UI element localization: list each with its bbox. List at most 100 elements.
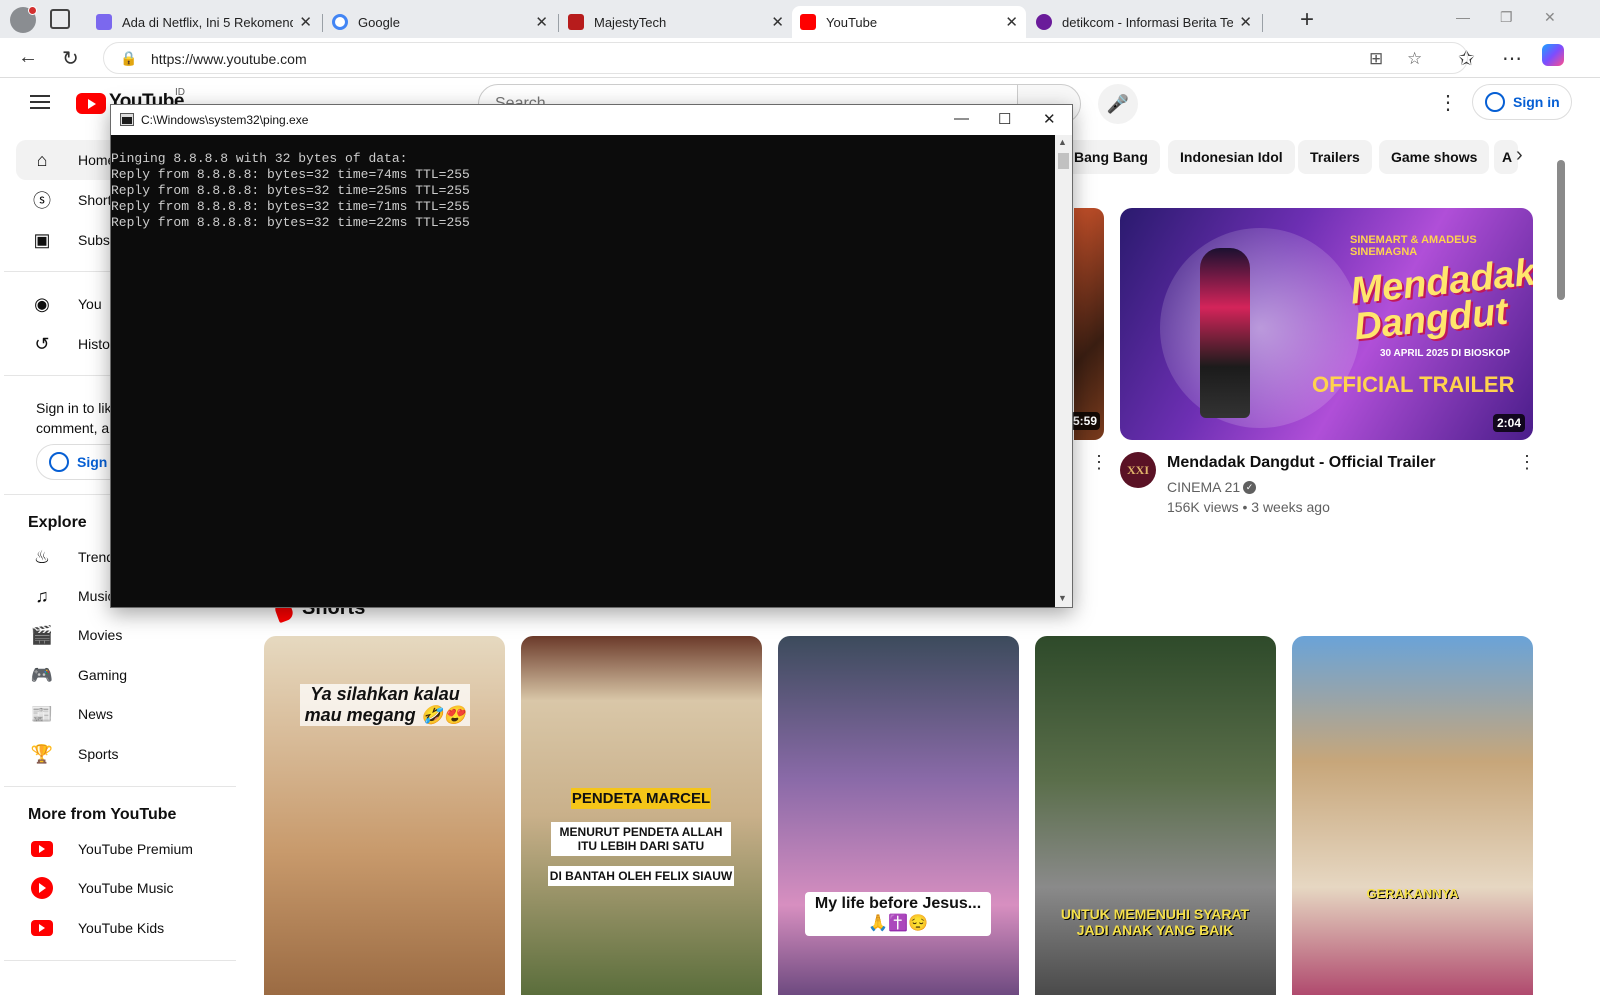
page-scrollbar[interactable]	[1557, 160, 1565, 300]
console-line: Reply from 8.8.8.8: bytes=32 time=22ms T…	[111, 215, 470, 230]
profile-button[interactable]	[10, 6, 37, 33]
chip-game-shows[interactable]: Game shows	[1379, 140, 1490, 174]
sidebar-item-movies[interactable]: 🎬 Movies	[16, 615, 236, 655]
subscriptions-icon: ▣	[33, 229, 51, 250]
tab-google[interactable]: Google ✕	[324, 6, 556, 38]
console-app-icon	[120, 113, 134, 126]
youtube-kids-icon	[30, 916, 54, 940]
tab-title: YouTube	[826, 14, 878, 30]
sidebar-item-label: News	[78, 706, 114, 722]
url-text[interactable]: https://www.youtube.com	[151, 51, 307, 67]
address-bar[interactable]: 🔒 https://www.youtube.com ⊞ ☆	[103, 42, 1468, 74]
settings-more-icon[interactable]: ⋯	[1502, 46, 1522, 71]
tab-close-icon[interactable]: ✕	[771, 13, 784, 31]
settings-kebab-icon[interactable]: ⋮	[1438, 90, 1458, 115]
tab-detikcom[interactable]: detikcom - Informasi Berita Terkini ✕	[1028, 6, 1260, 38]
scroll-down-icon[interactable]: ▼	[1058, 593, 1067, 603]
history-icon: ↺	[34, 333, 50, 354]
minimize-icon[interactable]: —	[1456, 9, 1470, 25]
tab-youtube[interactable]: YouTube ✕	[792, 6, 1026, 38]
tab-title: Ada di Netflix, Ini 5 Rekomendasi	[122, 14, 294, 30]
console-line: Reply from 8.8.8.8: bytes=32 time=74ms T…	[111, 167, 470, 182]
youtube-music-icon	[30, 876, 54, 900]
video-menu-icon[interactable]: ⋮	[1518, 452, 1536, 473]
sidebar-item-label: YouTube Music	[78, 880, 174, 896]
tab-close-icon[interactable]: ✕	[299, 13, 312, 31]
address-bar-row: ← ↻ 🔒 https://www.youtube.com ⊞ ☆ ✩ ⋯	[0, 38, 1600, 78]
sidebar-item-label: YouTube Kids	[78, 920, 165, 936]
console-close-icon[interactable]: ✕	[1043, 110, 1056, 128]
copilot-icon[interactable]	[1542, 44, 1564, 66]
console-line: Pinging 8.8.8.8 with 32 bytes of data:	[111, 151, 408, 166]
chip-trailers[interactable]: Trailers	[1298, 140, 1372, 174]
console-maximize-icon[interactable]: ☐	[998, 110, 1011, 128]
back-icon[interactable]: ←	[18, 46, 38, 69]
sidebar-item-gaming[interactable]: 🎮 Gaming	[16, 655, 236, 695]
short-card[interactable]: Ya silahkan kalau mau megang 🤣😍	[264, 636, 505, 995]
short-card[interactable]: UNTUK MEMENUHI SYARAT JADI ANAK YANG BAI…	[1035, 636, 1276, 995]
sign-in-label: Sign in	[1513, 94, 1560, 110]
tab-majestytech[interactable]: MajestyTech ✕	[560, 6, 792, 38]
thumbnail-title-text: Mendadak Dangdut	[1348, 251, 1533, 349]
video-channel-name[interactable]: CINEMA 21	[1167, 479, 1240, 495]
sidebar-item-youtube-music[interactable]: YouTube Music	[16, 868, 236, 908]
header-sign-in-button[interactable]: Sign in	[1472, 84, 1572, 120]
tab-close-icon[interactable]: ✕	[1239, 13, 1252, 31]
chevron-right-icon[interactable]: ›	[1516, 144, 1523, 167]
scroll-thumb[interactable]	[1058, 153, 1069, 169]
console-scrollbar[interactable]: ▲ ▼	[1055, 135, 1072, 607]
favorites-icon[interactable]: ✩	[1458, 46, 1475, 71]
console-output[interactable]: Pinging 8.8.8.8 with 32 bytes of data: R…	[111, 135, 1055, 607]
short-subcaption: MENURUT PENDETA ALLAH ITU LEBIH DARI SAT…	[551, 822, 731, 856]
sidebar-divider	[4, 960, 236, 961]
short-card[interactable]: GERAKANNYA	[1292, 636, 1533, 995]
youtube-favicon	[800, 14, 816, 30]
sidebar-item-youtube-kids[interactable]: YouTube Kids	[16, 908, 236, 948]
scroll-up-icon[interactable]: ▲	[1058, 137, 1067, 147]
video-duration: 5:59	[1069, 412, 1100, 430]
restore-icon[interactable]: ❐	[1500, 9, 1513, 26]
video-menu-icon[interactable]: ⋮	[1090, 452, 1108, 473]
thumbnail-trailer-text: OFFICIAL TRAILER	[1312, 372, 1515, 397]
channel-avatar[interactable]: XXI	[1120, 452, 1156, 488]
video-title[interactable]: Mendadak Dangdut - Official Trailer	[1167, 454, 1436, 472]
thumbnail-date-text: 30 APRIL 2025 DI BIOSKOP	[1380, 348, 1511, 359]
console-title-bar[interactable]: C:\Windows\system32\ping.exe — ☐ ✕	[111, 105, 1072, 135]
short-card[interactable]: PENDETA MARCEL MENURUT PENDETA ALLAH ITU…	[521, 636, 762, 995]
new-tab-button[interactable]: +	[1300, 6, 1314, 34]
video-thumbnail[interactable]: SINEMART & AMADEUS SINEMAGNA Mendadak Da…	[1120, 208, 1533, 440]
guide-menu-icon[interactable]	[30, 95, 50, 109]
sidebar-item-youtube-premium[interactable]: YouTube Premium	[16, 829, 236, 869]
app-available-icon[interactable]: ⊞	[1369, 49, 1383, 69]
sidebar-item-sports[interactable]: 🏆 Sports	[16, 734, 236, 774]
gaming-icon: 🎮	[30, 664, 54, 685]
chip-bang-bang[interactable]: Bang Bang	[1062, 140, 1160, 174]
lock-icon[interactable]: 🔒	[120, 50, 137, 67]
close-window-icon[interactable]: ✕	[1544, 9, 1556, 26]
chip-indonesian-idol[interactable]: Indonesian Idol	[1168, 140, 1295, 174]
trending-icon: ♨	[33, 546, 51, 567]
tab-separator	[322, 14, 323, 32]
short-caption: UNTUK MEMENUHI SYARAT JADI ANAK YANG BAI…	[1060, 906, 1250, 938]
sidebar-item-label: You	[78, 296, 102, 312]
youtube-logo-icon[interactable]	[76, 93, 106, 114]
chip-partial[interactable]: A	[1494, 140, 1518, 174]
sidebar-item-label: Movies	[78, 627, 123, 643]
short-caption: GERAKANNYA	[1366, 886, 1459, 901]
short-card[interactable]: My life before Jesus... 🙏✝️😔	[778, 636, 1019, 995]
singer-figure	[1200, 248, 1250, 418]
console-minimize-icon[interactable]: —	[954, 110, 969, 127]
sports-icon: 🏆	[30, 743, 54, 764]
favorite-star-icon[interactable]: ☆	[1407, 49, 1422, 69]
voice-search-icon[interactable]: 🎤	[1098, 84, 1138, 124]
console-window[interactable]: C:\Windows\system32\ping.exe — ☐ ✕ Pingi…	[110, 104, 1073, 608]
tab-actions-icon[interactable]	[50, 9, 70, 29]
tab-netflix[interactable]: Ada di Netflix, Ini 5 Rekomendasi ✕	[88, 6, 320, 38]
short-subcaption: DI BANTAH OLEH FELIX SIAUW	[548, 866, 734, 886]
video-thumbnail-partial[interactable]: 5:59	[1069, 208, 1104, 440]
sidebar-item-news[interactable]: 📰 News	[16, 694, 236, 734]
sidebar-divider	[4, 786, 236, 787]
tab-close-icon[interactable]: ✕	[535, 13, 548, 31]
tab-close-icon[interactable]: ✕	[1005, 13, 1018, 31]
reload-icon[interactable]: ↻	[62, 46, 79, 71]
